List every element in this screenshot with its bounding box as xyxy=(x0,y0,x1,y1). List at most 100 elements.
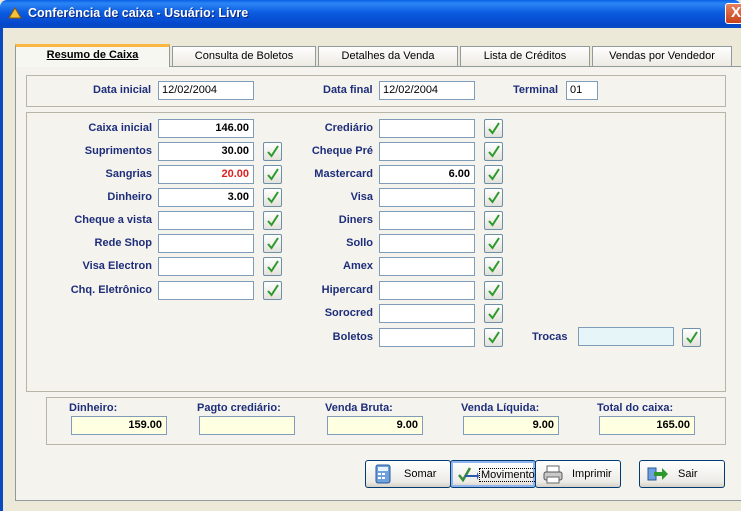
check-icon xyxy=(488,237,500,250)
check-icon xyxy=(488,284,500,297)
caixa-inicial-field[interactable]: 146.00 xyxy=(158,119,254,138)
imprimir-label: Imprimir xyxy=(572,468,612,480)
rede-shop-label: Rede Shop xyxy=(94,237,152,249)
title-bar: Conferência de caixa - Usuário: Livre X xyxy=(0,0,741,28)
crediario-check-button[interactable] xyxy=(484,119,503,138)
tab-label: Resumo de Caixa xyxy=(46,49,139,61)
tab-label: Detalhes da Venda xyxy=(341,50,435,62)
check-icon xyxy=(267,145,279,158)
check-icon xyxy=(488,191,500,204)
sangrias-field[interactable]: 20.00 xyxy=(158,165,254,184)
cheque-pre-field[interactable] xyxy=(379,142,475,161)
trocas-check-button[interactable] xyxy=(682,328,701,347)
mastercard-field[interactable]: 6.00 xyxy=(379,165,475,184)
check-icon xyxy=(488,331,500,344)
total-do-caixa-field: 165.00 xyxy=(599,416,695,435)
visa-check-button[interactable] xyxy=(484,188,503,207)
terminal-field[interactable]: 01 xyxy=(566,81,598,100)
tab-detalhes-da-venda[interactable]: Detalhes da Venda xyxy=(318,46,458,66)
diners-label: Diners xyxy=(338,214,373,226)
sair-button[interactable]: Sair xyxy=(639,460,725,488)
check-icon xyxy=(488,168,500,181)
visa-electron-field[interactable] xyxy=(158,257,254,276)
suprimentos-label: Suprimentos xyxy=(84,145,152,157)
check-icon xyxy=(267,237,279,250)
check-icon xyxy=(267,191,279,204)
check-icon xyxy=(267,214,279,227)
sorocred-label: Sorocred xyxy=(324,307,373,319)
somar-label: Somar xyxy=(404,468,437,480)
sollo-check-button[interactable] xyxy=(484,234,503,253)
rede-shop-field[interactable] xyxy=(158,234,254,253)
data-inicial-field[interactable]: 12/02/2004 xyxy=(158,81,254,100)
chq-eletronico-check-button[interactable] xyxy=(263,281,282,300)
tab-resumo-de-caixa[interactable]: Resumo de Caixa xyxy=(15,44,170,67)
trocas-label: Trocas xyxy=(532,331,568,343)
rede-shop-check-button[interactable] xyxy=(263,234,282,253)
exit-arrow-icon xyxy=(647,467,668,481)
cheque-a-vista-check-button[interactable] xyxy=(263,211,282,230)
total-dinheiro-label: Dinheiro: xyxy=(69,402,118,414)
movimento-button[interactable]: Movimento xyxy=(450,460,537,488)
data-final-field[interactable]: 12/02/2004 xyxy=(379,81,475,100)
payment-values-group: Caixa inicial 146.00 Suprimentos 30.00 S… xyxy=(26,112,726,392)
amex-label: Amex xyxy=(343,260,373,272)
pagto-crediario-label: Pagto crediário: xyxy=(197,402,281,414)
mastercard-check-button[interactable] xyxy=(484,165,503,184)
cheque-pre-check-button[interactable] xyxy=(484,142,503,161)
check-icon xyxy=(488,145,500,158)
boletos-label: Boletos xyxy=(332,331,373,343)
diners-check-button[interactable] xyxy=(484,211,503,230)
suprimentos-field[interactable]: 30.00 xyxy=(158,142,254,161)
hipercard-label: Hipercard xyxy=(321,284,373,296)
terminal-label: Terminal xyxy=(513,84,559,96)
suprimentos-check-button[interactable] xyxy=(263,142,282,161)
sollo-label: Sollo xyxy=(346,237,373,249)
tab-label: Lista de Créditos xyxy=(483,50,567,62)
tab-label: Vendas por Vendedor xyxy=(609,50,715,62)
crediario-field[interactable] xyxy=(379,119,475,138)
somar-button[interactable]: Somar xyxy=(365,460,451,488)
dinheiro-check-button[interactable] xyxy=(263,188,282,207)
date-filter-group: Data inicial 12/02/2004 Data final 12/02… xyxy=(26,75,726,107)
tab-lista-de-creditos[interactable]: Lista de Créditos xyxy=(460,46,590,66)
check-icon xyxy=(488,260,500,273)
boletos-check-button[interactable] xyxy=(484,328,503,347)
sorocred-field[interactable] xyxy=(379,304,475,323)
visa-electron-check-button[interactable] xyxy=(263,257,282,276)
data-inicial-label: Data inicial xyxy=(93,84,152,96)
dinheiro-field[interactable]: 3.00 xyxy=(158,188,254,207)
calculator-icon xyxy=(375,464,391,484)
sangrias-check-button[interactable] xyxy=(263,165,282,184)
dinheiro-label: Dinheiro xyxy=(107,191,152,203)
visa-label: Visa xyxy=(350,191,373,203)
amex-check-button[interactable] xyxy=(484,257,503,276)
sorocred-check-button[interactable] xyxy=(484,304,503,323)
visa-field[interactable] xyxy=(379,188,475,207)
trocas-field[interactable] xyxy=(578,327,674,346)
hipercard-field[interactable] xyxy=(379,281,475,300)
tab-consulta-de-boletos[interactable]: Consulta de Boletos xyxy=(172,46,316,66)
totals-group: Dinheiro: 159.00 Pagto crediário: Venda … xyxy=(46,397,726,445)
sollo-field[interactable] xyxy=(379,234,475,253)
total-do-caixa-label: Total do caixa: xyxy=(597,402,674,414)
check-arrow-icon xyxy=(458,467,479,483)
tab-label: Consulta de Boletos xyxy=(194,50,294,62)
boletos-field[interactable] xyxy=(379,328,475,347)
chq-eletronico-field[interactable] xyxy=(158,281,254,300)
hipercard-check-button[interactable] xyxy=(484,281,503,300)
check-icon xyxy=(267,168,279,181)
chq-eletronico-label: Chq. Eletrônico xyxy=(70,284,152,296)
diners-field[interactable] xyxy=(379,211,475,230)
printer-icon xyxy=(543,465,563,484)
tab-panel-resumo: Data inicial 12/02/2004 Data final 12/02… xyxy=(15,66,741,501)
amex-field[interactable] xyxy=(379,257,475,276)
caixa-inicial-label: Caixa inicial xyxy=(88,122,152,134)
check-icon xyxy=(267,284,279,297)
check-icon xyxy=(488,122,500,135)
imprimir-button[interactable]: Imprimir xyxy=(535,460,621,488)
tab-vendas-por-vendedor[interactable]: Vendas por Vendedor xyxy=(592,46,732,66)
data-final-label: Data final xyxy=(323,84,373,96)
cheque-a-vista-field[interactable] xyxy=(158,211,254,230)
close-button[interactable]: X xyxy=(725,3,741,24)
